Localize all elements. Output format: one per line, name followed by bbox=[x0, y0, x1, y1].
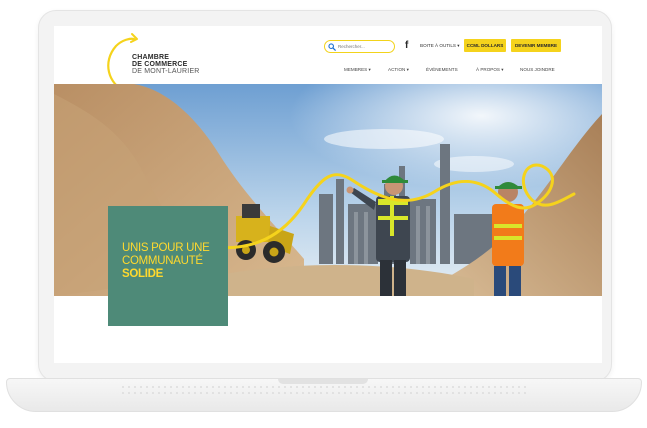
nav-item-membres[interactable]: MEMBRES ▾ bbox=[344, 67, 371, 73]
main-nav: MEMBRES ▾ ACTION ▾ ÉVÉNEMENTS À PROPOS ▾… bbox=[54, 67, 602, 75]
hero-line-2: COMMUNAUTÉ bbox=[122, 255, 203, 267]
hero-headline: UNIS POUR UNE COMMUNAUTÉ SOLIDE bbox=[122, 242, 210, 281]
tools-menu-link[interactable]: BOITE À OUTILS ▾ bbox=[420, 43, 460, 49]
search-icon[interactable] bbox=[328, 42, 336, 51]
hero-callout: UNIS POUR UNE COMMUNAUTÉ SOLIDE bbox=[108, 206, 228, 326]
laptop-mockup: CHAMBRE DE COMMERCE DE MONT-LAURIER f BO… bbox=[0, 0, 647, 428]
laptop-hinge-notch bbox=[278, 379, 368, 384]
hero-line-3: SOLIDE bbox=[122, 268, 164, 280]
laptop-keyboard bbox=[120, 384, 530, 396]
nav-item-evenements[interactable]: ÉVÉNEMENTS bbox=[426, 67, 458, 72]
laptop-screen: CHAMBRE DE COMMERCE DE MONT-LAURIER f BO… bbox=[54, 26, 602, 363]
search-box[interactable] bbox=[324, 40, 395, 53]
site-header: CHAMBRE DE COMMERCE DE MONT-LAURIER f BO… bbox=[54, 26, 602, 94]
logo-text-line1: CHAMBRE bbox=[132, 54, 170, 61]
become-member-button[interactable]: DEVENIR MEMBRE bbox=[511, 39, 561, 52]
site-logo[interactable]: CHAMBRE DE COMMERCE DE MONT-LAURIER bbox=[104, 32, 214, 94]
nav-item-action[interactable]: ACTION ▾ bbox=[388, 67, 409, 73]
nav-item-nous-joindre[interactable]: NOUS JOINDRE bbox=[520, 67, 555, 72]
ccml-dollars-button[interactable]: CCML DOLLARS bbox=[464, 39, 506, 52]
search-input[interactable] bbox=[338, 44, 394, 49]
facebook-icon[interactable]: f bbox=[405, 40, 408, 51]
nav-item-a-propos[interactable]: À PROPOS ▾ bbox=[476, 67, 504, 73]
hero-line-1: UNIS POUR UNE bbox=[122, 242, 210, 254]
